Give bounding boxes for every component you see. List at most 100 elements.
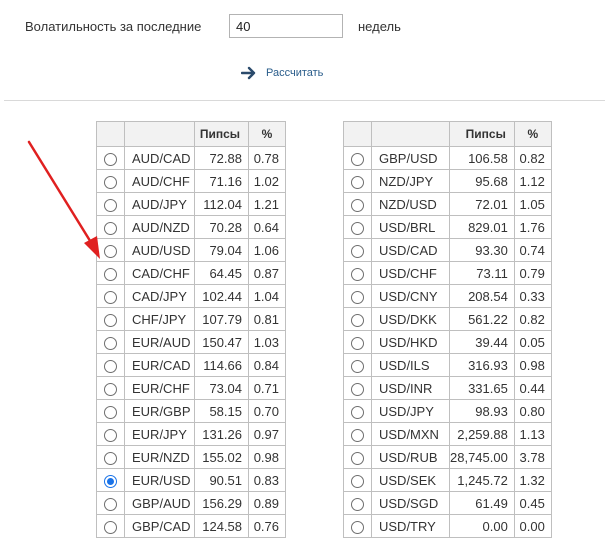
pair-radio[interactable] — [104, 382, 117, 396]
radio-cell — [343, 307, 372, 331]
table-row: EUR/CHF 73.04 0.71 — [96, 376, 286, 400]
table-row: USD/RUB 28,745.00 3.78 — [343, 445, 552, 469]
pair-symbol: USD/INR — [371, 376, 450, 400]
pair-percent: 0.45 — [513, 491, 552, 515]
pair-pips: 124.58 — [194, 514, 249, 538]
pair-pips: 107.79 — [194, 307, 249, 331]
pair-radio[interactable] — [351, 244, 364, 258]
pair-radio[interactable] — [104, 405, 117, 419]
pair-radio[interactable] — [351, 497, 364, 511]
radio-cell — [96, 399, 125, 423]
radio-cell — [343, 376, 372, 400]
table-row: AUD/NZD 70.28 0.64 — [96, 215, 286, 239]
pair-radio[interactable] — [351, 267, 364, 281]
pair-radio[interactable] — [351, 451, 364, 465]
pair-radio[interactable] — [104, 336, 117, 350]
pair-radio[interactable] — [104, 474, 117, 488]
pair-symbol: CHF/JPY — [124, 307, 195, 331]
radio-cell — [96, 307, 125, 331]
pair-radio[interactable] — [351, 428, 364, 442]
pair-radio[interactable] — [351, 313, 364, 327]
pair-radio[interactable] — [351, 382, 364, 396]
pair-symbol: USD/JPY — [371, 399, 450, 423]
pair-radio[interactable] — [351, 175, 364, 189]
pair-symbol: EUR/GBP — [124, 399, 195, 423]
pair-symbol: AUD/USD — [124, 238, 195, 262]
pair-symbol: USD/DKK — [371, 307, 450, 331]
pair-radio[interactable] — [351, 520, 364, 534]
pair-radio[interactable] — [351, 336, 364, 350]
radio-cell — [343, 284, 372, 308]
pair-radio[interactable] — [351, 152, 364, 166]
table-row: CAD/CHF 64.45 0.87 — [96, 261, 286, 285]
table-header-row: Пипсы % — [343, 121, 552, 147]
pair-pips: 106.58 — [449, 146, 515, 170]
pair-percent: 1.03 — [248, 330, 286, 354]
volatility-label: Волатильность за последние — [25, 19, 202, 34]
pair-symbol: EUR/AUD — [124, 330, 195, 354]
pair-symbol: USD/BRL — [371, 215, 450, 239]
pair-percent: 0.33 — [513, 284, 552, 308]
pair-symbol: CAD/JPY — [124, 284, 195, 308]
radio-cell — [343, 468, 372, 492]
radio-cell — [96, 514, 125, 538]
pair-percent: 1.05 — [513, 192, 552, 216]
pair-radio[interactable] — [104, 290, 117, 304]
pair-radio[interactable] — [351, 359, 364, 373]
pair-radio[interactable] — [104, 428, 117, 442]
pair-radio[interactable] — [104, 152, 117, 166]
pair-pips: 73.04 — [194, 376, 249, 400]
table-row: USD/CNY 208.54 0.33 — [343, 284, 552, 308]
pair-percent: 0.70 — [248, 399, 286, 423]
table-header-row: Пипсы % — [96, 121, 286, 147]
pair-percent: 0.82 — [513, 146, 552, 170]
pair-symbol: USD/CAD — [371, 238, 450, 262]
pair-symbol: AUD/CHF — [124, 169, 195, 193]
weeks-input[interactable] — [229, 14, 343, 38]
radio-cell — [96, 353, 125, 377]
header-radio — [343, 121, 372, 147]
pair-pips: 156.29 — [194, 491, 249, 515]
pair-radio[interactable] — [104, 221, 117, 235]
pair-radio[interactable] — [104, 451, 117, 465]
table-row: GBP/USD 106.58 0.82 — [343, 146, 552, 170]
pair-percent: 0.05 — [513, 330, 552, 354]
table-row: GBP/AUD 156.29 0.89 — [96, 491, 286, 515]
radio-cell — [343, 215, 372, 239]
pair-radio[interactable] — [104, 175, 117, 189]
pair-radio[interactable] — [351, 474, 364, 488]
table-row: GBP/CAD 124.58 0.76 — [96, 514, 286, 538]
table-row: AUD/JPY 112.04 1.21 — [96, 192, 286, 216]
table-row: USD/CHF 73.11 0.79 — [343, 261, 552, 285]
pair-pips: 208.54 — [449, 284, 515, 308]
pair-percent: 1.04 — [248, 284, 286, 308]
pair-radio[interactable] — [351, 221, 364, 235]
pair-radio[interactable] — [351, 290, 364, 304]
pair-radio[interactable] — [104, 198, 117, 212]
header-pips: Пипсы — [194, 121, 249, 147]
pair-radio[interactable] — [351, 405, 364, 419]
pair-radio[interactable] — [104, 313, 117, 327]
table-row: NZD/USD 72.01 1.05 — [343, 192, 552, 216]
pair-symbol: GBP/USD — [371, 146, 450, 170]
pair-symbol: GBP/AUD — [124, 491, 195, 515]
radio-cell — [96, 146, 125, 170]
pair-radio[interactable] — [351, 198, 364, 212]
pair-radio[interactable] — [104, 267, 117, 281]
radio-cell — [343, 422, 372, 446]
radio-cell — [343, 514, 372, 538]
radio-cell — [96, 261, 125, 285]
calculate-button[interactable]: Рассчитать — [240, 66, 323, 80]
pair-percent: 1.02 — [248, 169, 286, 193]
pair-percent: 0.79 — [513, 261, 552, 285]
pair-pips: 316.93 — [449, 353, 515, 377]
pair-symbol: NZD/USD — [371, 192, 450, 216]
pair-radio[interactable] — [104, 244, 117, 258]
pair-radio[interactable] — [104, 359, 117, 373]
pair-radio[interactable] — [104, 497, 117, 511]
pair-pips: 61.49 — [449, 491, 515, 515]
pair-percent: 0.74 — [513, 238, 552, 262]
pair-radio[interactable] — [104, 520, 117, 534]
table-row: USD/SGD 61.49 0.45 — [343, 491, 552, 515]
table-row: EUR/JPY 131.26 0.97 — [96, 422, 286, 446]
